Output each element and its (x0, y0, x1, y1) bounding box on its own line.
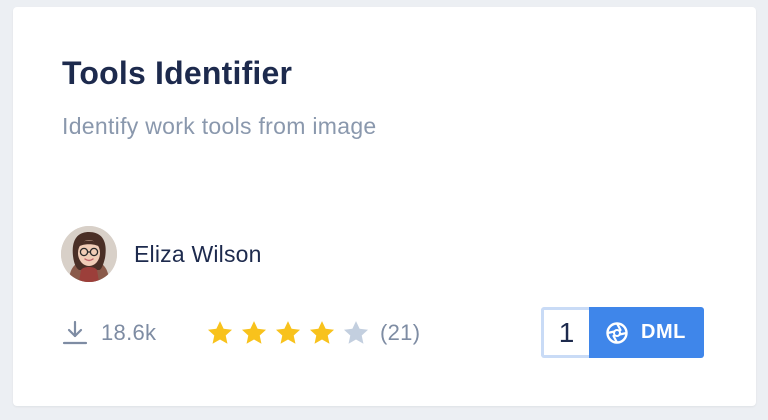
dml-badge[interactable]: 1 DML (541, 307, 704, 358)
card-subtitle: Identify work tools from image (62, 113, 377, 139)
star-icon-empty (342, 319, 370, 347)
rating: (21) (206, 317, 420, 349)
card-title[interactable]: Tools Identifier (62, 55, 292, 92)
badge-tag[interactable]: DML (589, 307, 704, 358)
avatar[interactable] (61, 226, 117, 282)
author[interactable]: Eliza Wilson (61, 226, 262, 282)
download-count: 18.6k (101, 320, 157, 345)
dml-aperture-icon (605, 321, 629, 345)
star-icon-filled (240, 319, 268, 347)
downloads: 18.6k (61, 317, 156, 349)
rating-count: (21) (380, 320, 421, 345)
download-icon (61, 319, 89, 347)
badge-label: DML (641, 321, 686, 343)
star-icon-filled (274, 319, 302, 347)
author-name[interactable]: Eliza Wilson (134, 241, 262, 268)
star-icon-filled (308, 319, 336, 347)
badge-count: 1 (541, 307, 589, 358)
model-card[interactable]: Tools Identifier Identify work tools fro… (13, 7, 756, 406)
star-icon-filled (206, 319, 234, 347)
